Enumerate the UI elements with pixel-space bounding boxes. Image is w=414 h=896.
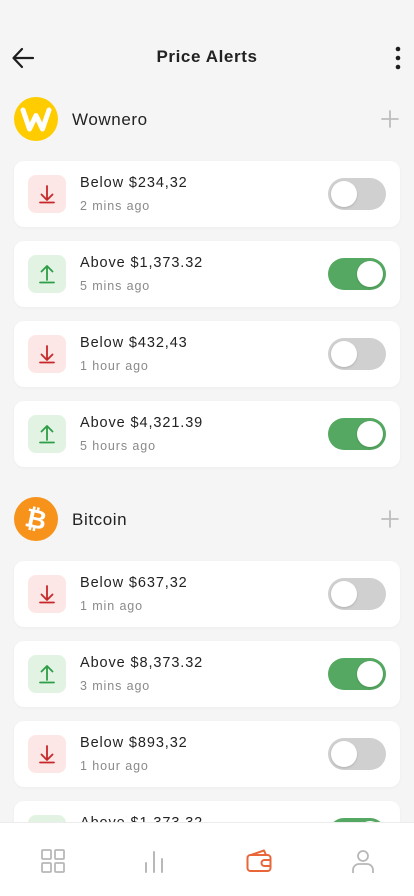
more-vertical-icon [395,46,401,70]
page-title: Price Alerts [156,47,258,66]
wallet-icon [246,849,272,872]
alert-time: 1 min ago [80,599,143,613]
alert-card[interactable]: Above $8,373.32 3 mins ago [14,641,400,707]
header: Price Alerts [0,34,414,82]
alert-time: 2 mins ago [80,199,151,213]
more-options-button[interactable] [388,44,408,72]
toggle-knob [331,341,357,367]
add-alert-button[interactable] [380,509,400,529]
arrow-up-icon [28,415,66,453]
arrow-down-icon [28,335,66,373]
bar-chart-icon [145,851,163,873]
alert-card[interactable]: Below $893,32 1 hour ago [14,721,400,787]
arrow-up-icon [28,655,66,693]
alert-toggle[interactable] [328,578,386,610]
alert-toggle[interactable] [328,738,386,770]
alert-time: 1 hour ago [80,759,149,773]
section-header-bitcoin: ₿ Bitcoin [14,497,400,543]
alert-card[interactable]: Below $637,32 1 min ago [14,561,400,627]
alert-toggle[interactable] [328,658,386,690]
tab-wallet[interactable] [245,847,273,875]
arrow-up-icon [28,255,66,293]
price-alerts-screen: Price Alerts Wownero Below $234,32 2 min… [0,0,414,896]
alert-card[interactable]: Above $1,373.32 5 mins ago [14,241,400,307]
plus-icon [381,110,399,128]
alert-toggle[interactable] [328,338,386,370]
toggle-knob [331,741,357,767]
toggle-knob [357,261,383,287]
coin-name: Wownero [72,110,148,129]
toggle-knob [357,421,383,447]
alert-time: 5 hours ago [80,439,156,453]
alert-label: Above $4,321.39 [80,415,204,431]
alert-time: 5 mins ago [80,279,151,293]
alert-label: Above $1,373.32 [80,255,204,271]
plus-icon [381,510,399,528]
toggle-knob [357,661,383,687]
alert-card[interactable]: Above $4,321.39 5 hours ago [14,401,400,467]
alert-label: Below $637,32 [80,575,188,591]
section-header-wownero: Wownero [14,97,400,143]
user-icon [352,850,374,873]
alert-label: Below $234,32 [80,175,188,191]
grid-icon [41,849,65,873]
toggle-knob [331,181,357,207]
alert-label: Below $893,32 [80,735,188,751]
alert-label: Below $432,43 [80,335,188,351]
alert-card[interactable]: Below $234,32 2 mins ago [14,161,400,227]
add-alert-button[interactable] [380,109,400,129]
tab-dashboard[interactable] [39,847,67,875]
alert-time: 3 mins ago [80,679,151,693]
arrow-down-icon [28,575,66,613]
arrow-down-icon [28,735,66,773]
coin-name: Bitcoin [72,510,128,529]
bottom-tab-bar [0,822,414,896]
toggle-knob [331,581,357,607]
alert-toggle[interactable] [328,418,386,450]
alert-card[interactable]: Below $432,43 1 hour ago [14,321,400,387]
arrow-down-icon [28,175,66,213]
tab-markets[interactable] [140,847,168,875]
alert-toggle[interactable] [328,258,386,290]
alert-label: Above $8,373.32 [80,655,204,671]
alert-time: 1 hour ago [80,359,149,373]
alert-toggle[interactable] [328,178,386,210]
wownero-logo [14,97,58,141]
tab-profile[interactable] [349,847,377,875]
bitcoin-logo: ₿ [14,497,58,541]
